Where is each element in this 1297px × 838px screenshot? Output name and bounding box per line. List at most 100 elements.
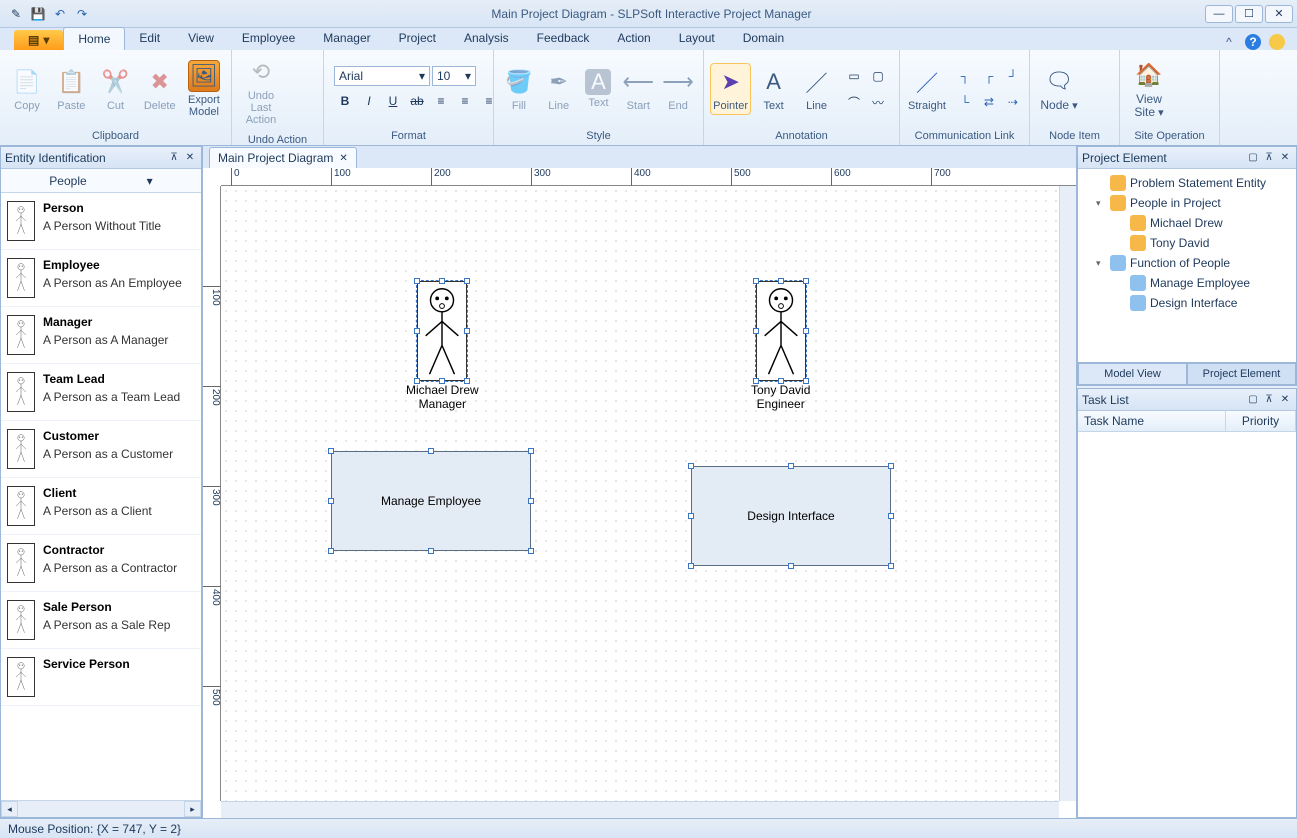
export-model-button[interactable]: 🖼Export Model — [183, 58, 225, 120]
close-panel-icon[interactable]: ✕ — [1278, 151, 1292, 165]
align-left-button[interactable]: ≡ — [430, 90, 452, 112]
tree-node[interactable]: Michael Drew — [1082, 213, 1292, 233]
line-tool-button[interactable]: ／Line — [796, 64, 837, 114]
link-style-4-button[interactable]: └ — [954, 91, 976, 113]
link-style-1-button[interactable]: ┐ — [954, 65, 976, 87]
italic-button[interactable]: I — [358, 90, 380, 112]
canvas-vscroll[interactable] — [1059, 186, 1076, 801]
text-style-button[interactable]: AText — [580, 67, 618, 111]
qat-undo-icon[interactable]: ↶ — [52, 6, 68, 22]
diagram-person-michael[interactable]: Michael DrewManager — [406, 281, 479, 412]
line-style-button[interactable]: ✒Line — [540, 64, 578, 114]
qat-redo-icon[interactable]: ↷ — [74, 6, 90, 22]
status-dot-icon[interactable] — [1269, 34, 1285, 50]
strike-button[interactable]: ab — [406, 90, 428, 112]
entity-item[interactable]: Sale PersonA Person as a Sale Rep — [1, 592, 201, 649]
arc-shape-button[interactable]: ⌒ — [843, 91, 865, 113]
fill-button[interactable]: 🪣Fill — [500, 64, 538, 114]
tree-node[interactable]: Design Interface — [1082, 293, 1292, 313]
underline-button[interactable]: U — [382, 90, 404, 112]
diagram-function-manage-employee[interactable]: Manage Employee — [331, 451, 531, 551]
entity-item[interactable]: Team LeadA Person as a Team Lead — [1, 364, 201, 421]
link-style-3-button[interactable]: ┘ — [1002, 65, 1024, 87]
start-style-button[interactable]: ⟵Start — [619, 64, 657, 114]
entity-item[interactable]: Service Person — [1, 649, 201, 706]
link-style-2-button[interactable]: ┌ — [978, 65, 1000, 87]
task-col-name[interactable]: Task Name — [1078, 411, 1226, 431]
diagram-function-design-interface[interactable]: Design Interface — [691, 466, 891, 566]
ribbon-tab-strip: ▤▾ HomeEditViewEmployeeManagerProjectAna… — [0, 28, 1297, 50]
pin-icon[interactable]: ⊼ — [1262, 151, 1276, 165]
end-style-button[interactable]: ⟶End — [659, 64, 697, 114]
tree-node[interactable]: ▾People in Project — [1082, 193, 1292, 213]
ribbon-tab-project[interactable]: Project — [385, 27, 450, 50]
rect-shape-button[interactable]: ▭ — [843, 65, 865, 87]
pin-icon[interactable]: ⊼ — [167, 151, 181, 165]
ribbon-tab-employee[interactable]: Employee — [228, 27, 309, 50]
panel-hscroll[interactable]: ◂▸ — [1, 800, 201, 817]
straight-link-button[interactable]: ／Straight — [906, 64, 948, 114]
pointer-tool-button[interactable]: ➤Pointer — [710, 63, 751, 115]
ribbon-tab-view[interactable]: View — [174, 27, 228, 50]
align-center-button[interactable]: ≡ — [454, 90, 476, 112]
ribbon-expand-icon[interactable]: ^ — [1221, 34, 1237, 50]
help-icon[interactable]: ? — [1245, 34, 1261, 50]
ribbon-tab-edit[interactable]: Edit — [125, 27, 174, 50]
tree-node[interactable]: Tony David — [1082, 233, 1292, 253]
diagram-canvas[interactable]: Michael DrewManager Tony DavidEngineer M… — [221, 186, 1059, 801]
tree-node[interactable]: Problem Statement Entity — [1082, 173, 1292, 193]
close-button[interactable]: ✕ — [1265, 5, 1293, 23]
close-panel-icon[interactable]: ✕ — [183, 151, 197, 165]
ribbon-tab-layout[interactable]: Layout — [665, 27, 729, 50]
pin-icon[interactable]: ⊼ — [1262, 393, 1276, 407]
view-site-button[interactable]: 🏠View Site ▾ — [1126, 57, 1172, 121]
file-menu-button[interactable]: ▤▾ — [14, 30, 63, 50]
tree-node[interactable]: ▾Function of People — [1082, 253, 1292, 273]
entity-item[interactable]: CustomerA Person as a Customer — [1, 421, 201, 478]
bold-button[interactable]: B — [334, 90, 356, 112]
node-button[interactable]: 🗨Node ▾ — [1036, 63, 1082, 114]
curve-shape-button[interactable]: 〰 — [867, 91, 889, 113]
qat-save-icon[interactable]: 💾 — [30, 6, 46, 22]
panel-tab[interactable]: Model View — [1078, 363, 1187, 385]
delete-button[interactable]: ✖Delete — [139, 64, 181, 114]
cut-button[interactable]: ✂️Cut — [94, 64, 136, 114]
ribbon-tab-action[interactable]: Action — [603, 27, 664, 50]
undo-last-action-button[interactable]: ⟲Undo Last Action — [238, 54, 284, 128]
ribbon-tab-analysis[interactable]: Analysis — [450, 27, 523, 50]
minimize-button[interactable]: — — [1205, 5, 1233, 23]
entity-item[interactable]: EmployeeA Person as An Employee — [1, 250, 201, 307]
entity-item[interactable]: ClientA Person as a Client — [1, 478, 201, 535]
paste-button[interactable]: 📋Paste — [50, 64, 92, 114]
roundrect-shape-button[interactable]: ▢ — [867, 65, 889, 87]
diagram-person-tony[interactable]: Tony DavidEngineer — [751, 281, 810, 412]
maximize-button[interactable]: ☐ — [1235, 5, 1263, 23]
panel-tab[interactable]: Project Element — [1187, 363, 1296, 385]
copy-button[interactable]: 📄Copy — [6, 64, 48, 114]
task-col-priority[interactable]: Priority — [1226, 411, 1296, 431]
ribbon-tab-home[interactable]: Home — [63, 27, 125, 50]
entity-filter-dropdown[interactable]: People ▾ — [1, 169, 201, 193]
canvas-hscroll[interactable] — [221, 801, 1059, 818]
close-tab-icon[interactable]: ✕ — [339, 153, 347, 164]
person-icon — [7, 258, 35, 298]
ribbon-tab-domain[interactable]: Domain — [729, 27, 798, 50]
entity-item[interactable]: ContractorA Person as a Contractor — [1, 535, 201, 592]
text-tool-button[interactable]: AText — [753, 64, 794, 114]
link-style-5-button[interactable]: ⇄ — [978, 91, 1000, 113]
entity-item[interactable]: PersonA Person Without Title — [1, 193, 201, 250]
tree-node[interactable]: Manage Employee — [1082, 273, 1292, 293]
vertical-ruler: 100200300400500 — [203, 186, 221, 801]
task-list-panel: Task List ▢ ⊼ ✕ Task Name Priority — [1077, 388, 1297, 818]
font-family-combo[interactable]: Arial▾ — [334, 66, 430, 86]
font-size-combo[interactable]: 10▾ — [432, 66, 476, 86]
maximize-panel-icon[interactable]: ▢ — [1246, 151, 1260, 165]
ribbon-tab-manager[interactable]: Manager — [309, 27, 384, 50]
close-panel-icon[interactable]: ✕ — [1278, 393, 1292, 407]
document-tab[interactable]: Main Project Diagram✕ — [209, 147, 357, 168]
entity-item[interactable]: ManagerA Person as A Manager — [1, 307, 201, 364]
ribbon-tab-feedback[interactable]: Feedback — [523, 27, 604, 50]
qat-pencil-icon[interactable]: ✎ — [8, 6, 24, 22]
maximize-panel-icon[interactable]: ▢ — [1246, 393, 1260, 407]
link-style-6-button[interactable]: ⇢ — [1002, 91, 1024, 113]
